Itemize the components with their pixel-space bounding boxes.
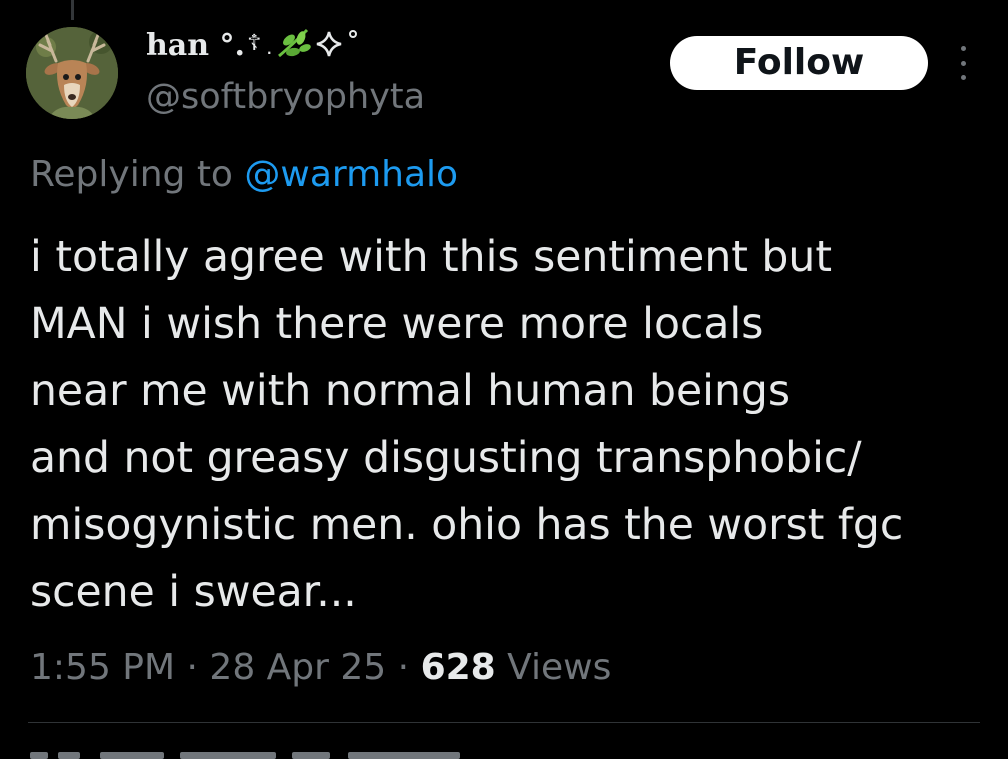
meta-separator: · (186, 647, 198, 688)
more-dot (960, 75, 966, 80)
views-count[interactable]: 628 (421, 647, 496, 688)
tweet-time[interactable]: 1:55 PM (30, 647, 175, 688)
author-avatar[interactable] (26, 27, 118, 119)
divider (28, 722, 980, 723)
author-handle[interactable]: @softbryophyta (146, 76, 425, 118)
author-display-name[interactable]: han °. ☦ . (146, 26, 395, 64)
more-dot (960, 46, 966, 51)
replying-to-label: Replying to (30, 154, 245, 195)
name-decoration-icon: ☦ . (247, 28, 357, 58)
follow-button[interactable]: Follow (670, 36, 928, 90)
meta-separator: · (397, 647, 410, 688)
tweet-date[interactable]: 28 Apr 25 (209, 647, 386, 688)
svg-text:.: . (267, 43, 272, 57)
more-dot (960, 60, 966, 66)
cutoff-next-row (30, 748, 630, 759)
deer-avatar-icon (26, 27, 118, 119)
svg-text:☦: ☦ (247, 31, 261, 56)
views-label: Views (495, 647, 612, 688)
replying-to-handle-link[interactable]: @warmhalo (244, 154, 458, 195)
thread-connector-line (71, 0, 74, 20)
more-vertical-icon[interactable] (952, 46, 974, 80)
tweet-text: i totally agree with this sentiment but … (30, 233, 904, 617)
replying-to-line: Replying to @warmhalo (30, 153, 458, 197)
display-name-text: han °. (146, 28, 245, 63)
tweet-metadata: 1:55 PM · 28 Apr 25 · 628 Views (30, 644, 611, 692)
